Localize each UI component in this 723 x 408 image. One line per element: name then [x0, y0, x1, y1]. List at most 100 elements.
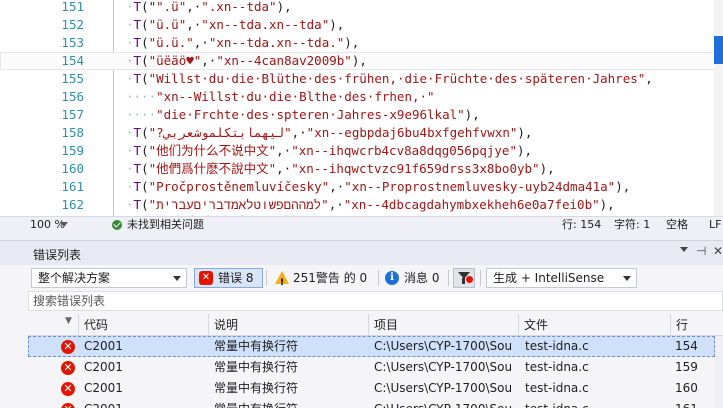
error-code: C2001	[84, 399, 123, 408]
punctuation-token: ,·	[276, 161, 292, 176]
punctuation-token: ,·	[291, 125, 307, 140]
code-line[interactable]: 157 ····"die·Frchte·des·spteren·Jahres-x9…	[0, 106, 723, 124]
whitespace-marker: ·	[126, 143, 134, 158]
whitespace-marker: ·	[126, 179, 134, 194]
error-description: 常量中有换行符	[214, 360, 299, 374]
punctuation-token: (	[141, 125, 149, 140]
cursor-char-indicator[interactable]: 字符: 1	[614, 217, 650, 233]
punctuation-token: (	[141, 161, 149, 176]
warning-icon: !	[275, 271, 289, 288]
code-line[interactable]: 162 ·T("למההםפשוטלאמדבריםעברית",·"xn--4db…	[0, 196, 723, 214]
toolbar-divider	[266, 270, 267, 286]
error-icon: ✕	[61, 361, 75, 375]
whitespace-marker: ····	[126, 107, 157, 122]
code-line[interactable]: 156 ····"xn--Willst·du·die·Blthe·des·frhe…	[0, 88, 723, 106]
zoom-dropdown-arrow-icon[interactable]	[60, 222, 68, 227]
funnel-stem	[462, 278, 465, 284]
column-header-description[interactable]: 说明	[208, 314, 368, 336]
whitespace-marker: ·	[126, 197, 134, 212]
no-issues-check-icon	[112, 220, 122, 230]
filter-button[interactable]	[453, 268, 475, 288]
macro-token: T	[133, 161, 142, 176]
punctuation-token: (	[141, 179, 149, 194]
string-token: "xn--Willst·du·die·Blthe·des·frhen,·"	[156, 89, 435, 104]
code-line[interactable]: 152 ·T("ü.ü",·"xn--tda.xn--tda"),	[0, 16, 723, 34]
line-ending-indicator[interactable]: LF	[709, 217, 721, 233]
string-token: "die·Frchte·des·spteren·Jahres-x9e96lkal…	[156, 107, 465, 122]
code-line[interactable]: 159 ·T("他们为什么不说中文",·"xn--ihqwcrb4cv8a8dqg…	[0, 142, 723, 160]
whitespace-mode-indicator[interactable]: 空格	[666, 217, 688, 233]
line-number: 158	[61, 125, 84, 140]
error-file: test-idna.c	[525, 381, 589, 395]
string-token: "xn--ihqwcrb4cv8a8dqg056pqjye"	[291, 143, 517, 158]
errors-filter-button[interactable]: ✕ 错误 8	[194, 268, 263, 288]
code-line[interactable]: 153 ·T("ü.ü.",·"xn--tda.xn--tda."),	[0, 34, 723, 52]
issues-status-text[interactable]: 未找到相关问题	[127, 217, 204, 233]
window-position-dropdown-icon[interactable]	[680, 247, 688, 252]
error-table-body: ✕ C2001 常量中有换行符 C:\Users\CYP-1700\Sou test-i…	[0, 336, 723, 408]
string-token: "xn--Proprostnemluvesky-uyb24dma41a"	[344, 179, 616, 194]
code-line[interactable]: 151 ·T("".ü",·".xn--tda"),	[0, 0, 723, 16]
code-editor[interactable]: 151 ·T("".ü",·".xn--tda"), 152 ·T("ü.ü",·"x…	[0, 0, 723, 216]
whitespace-marker: ·	[126, 125, 134, 140]
info-icon: i	[385, 271, 399, 285]
line-number: 151	[61, 0, 84, 14]
string-token: "Willst·du·die·Blüthe·des·frühen,·die·Fr…	[148, 71, 646, 86]
sort-indicator-icon[interactable]: ▼	[65, 315, 72, 337]
error-row[interactable]: ✕ C2001 常量中有换行符 C:\Users\CYP-1700\Sou test-i…	[28, 357, 715, 378]
punctuation-token: (	[141, 197, 149, 212]
toolbar-divider	[448, 270, 449, 286]
code-line[interactable]: 158 ·T("?ليهمابتكلموشعربي",·"xn--egbpdaj6…	[0, 124, 723, 142]
code-text: ····"xn--Willst·du·die·Blthe·des·frhen,·…	[126, 88, 435, 106]
error-icon: ✕	[199, 271, 213, 285]
punctuation-token: ),	[344, 35, 360, 50]
error-row[interactable]: ✕ C2001 常量中有换行符 C:\Users\CYP-1700\Sou test-i…	[28, 336, 715, 357]
macro-token: T	[133, 0, 142, 14]
line-number: 157	[61, 107, 84, 122]
code-line[interactable]: 161 ·T("Pročprostěnemluvíčesky",·"xn--Pro…	[0, 178, 723, 196]
scope-dropdown-value: 整个解决方案	[38, 271, 111, 285]
line-number: 156	[61, 89, 84, 104]
line-number: 153	[61, 35, 84, 50]
punctuation-token: ),	[517, 125, 533, 140]
error-row[interactable]: ✕ C2001 常量中有换行符 C:\Users\CYP-1700\Sou test-i…	[28, 399, 715, 408]
build-source-dropdown[interactable]: 生成 + IntelliSense	[486, 268, 637, 288]
code-text: ·T("".ü",·".xn--tda"),	[126, 0, 292, 16]
code-line[interactable]: 154 ·T("üëäö♥",·"xn--4can8av2009b"),	[0, 52, 723, 70]
messages-filter-label: 消息 0	[404, 271, 440, 285]
search-error-list-input[interactable]: 搜索错误列表	[28, 291, 723, 311]
string-token: "xn--4can8av2009b"	[216, 53, 352, 68]
error-row[interactable]: ✕ C2001 常量中有换行符 C:\Users\CYP-1700\Sou test-i…	[28, 378, 715, 399]
code-line[interactable]: 155 ·T("Willst·du·die·Blüthe·des·frühen,·…	[0, 70, 723, 88]
column-header-file[interactable]: 文件	[518, 314, 670, 336]
editor-scrollbar-thumb[interactable]	[714, 36, 723, 64]
punctuation-token: ,·	[193, 35, 209, 50]
messages-filter-button[interactable]: i 消息 0	[380, 268, 444, 288]
punctuation-token: ),	[329, 17, 345, 32]
error-list-scrollbar[interactable]	[715, 336, 723, 408]
warnings-filter-button[interactable]: ! 251警告 的 0	[269, 268, 376, 288]
punctuation-token: ,	[645, 71, 653, 86]
error-file: test-idna.c	[525, 360, 589, 374]
column-header-code[interactable]: 代码	[78, 314, 208, 336]
close-icon[interactable]: ✕	[713, 244, 723, 258]
line-number: 162	[61, 197, 84, 212]
line-number: 155	[61, 71, 84, 86]
line-number: 152	[61, 17, 84, 32]
code-text: ·T("Pročprostěnemluvíčesky",·"xn--Propro…	[126, 178, 630, 196]
code-text: ·T("ü.ü.",·"xn--tda.xn--tda."),	[126, 34, 359, 52]
string-token: ".xn--tda"	[201, 0, 277, 14]
column-header-line[interactable]: 行	[670, 314, 723, 336]
editor-status-bar: 100 % 未找到相关问题 行: 154 字符: 1 空格 LF	[0, 216, 723, 234]
pin-icon[interactable]: ⊣	[696, 244, 706, 258]
error-file: test-idna.c	[525, 399, 589, 408]
scope-dropdown[interactable]: 整个解决方案	[31, 268, 187, 288]
punctuation-token: (	[141, 143, 149, 158]
editor-vertical-scrollbar[interactable]	[714, 0, 723, 216]
code-line[interactable]: 160 ·T("他們爲什麽不說中文",·"xn--ihqwctvzc91f659d…	[0, 160, 723, 178]
punctuation-token: (	[141, 71, 149, 86]
chevron-down-icon	[623, 276, 631, 281]
cursor-line-indicator[interactable]: 行: 154	[562, 217, 601, 233]
column-header-project[interactable]: 项目	[368, 314, 518, 336]
punctuation-token: ,·	[329, 179, 345, 194]
